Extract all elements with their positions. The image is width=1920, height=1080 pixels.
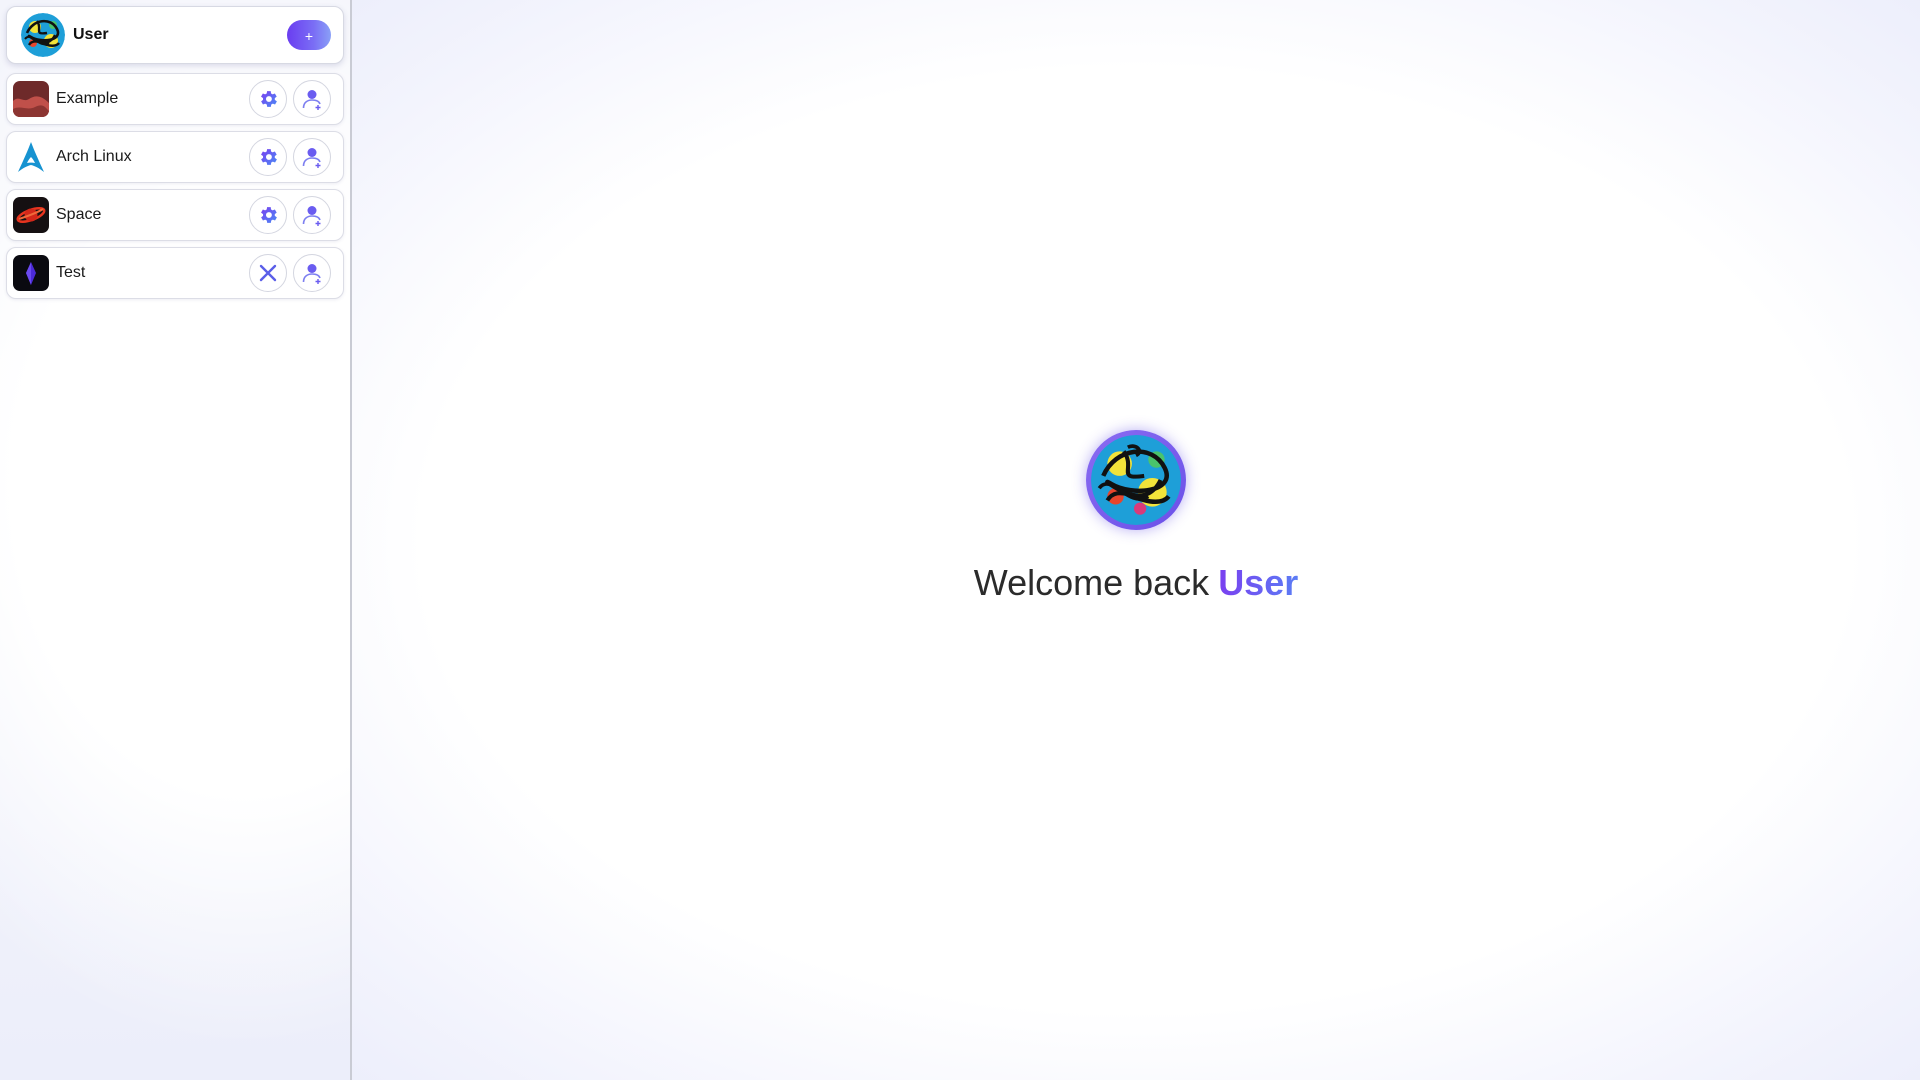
- gear-icon: [261, 91, 277, 107]
- server-settings-button[interactable]: [249, 196, 287, 234]
- arch-linux-icon: [13, 139, 49, 175]
- server-label: Space: [56, 206, 102, 223]
- welcome-username: User: [1218, 562, 1299, 603]
- server-label: Example: [56, 90, 119, 107]
- add-user-icon: [302, 148, 321, 168]
- scribble-avatar-icon: [21, 13, 65, 57]
- gear-icon: [261, 207, 277, 223]
- invite-user-button[interactable]: [293, 254, 331, 292]
- server-item-space[interactable]: Space: [6, 189, 344, 241]
- server-item-test[interactable]: Test: [6, 247, 344, 299]
- space-planet-icon: [13, 197, 49, 233]
- close-icon: [259, 264, 277, 282]
- user-avatar[interactable]: [21, 13, 65, 57]
- server-item-example[interactable]: Example: [6, 73, 344, 125]
- server-label: Test: [56, 264, 86, 281]
- invite-user-button[interactable]: [293, 80, 331, 118]
- add-user-icon: [302, 90, 321, 110]
- user-card[interactable]: User +: [6, 6, 344, 64]
- profile-avatar[interactable]: [1086, 430, 1186, 530]
- invite-user-button[interactable]: [293, 196, 331, 234]
- add-user-icon: [302, 264, 321, 284]
- welcome-panel: Welcome back User: [352, 430, 1920, 604]
- server-item-arch-linux[interactable]: Arch Linux: [6, 131, 344, 183]
- app-window: User + Example Arch Linux Space Test Wel…: [0, 0, 1920, 1080]
- add-server-button[interactable]: +: [287, 20, 331, 50]
- invite-user-button[interactable]: [293, 138, 331, 176]
- main-content: Welcome back User: [352, 0, 1920, 1080]
- test-crystal-icon: [13, 255, 49, 291]
- add-user-icon: [302, 206, 321, 226]
- welcome-prefix: Welcome back: [973, 562, 1210, 603]
- sidebar: User + Example Arch Linux Space Test: [0, 0, 352, 1080]
- user-name: User: [73, 26, 109, 43]
- server-settings-button[interactable]: [249, 138, 287, 176]
- scribble-avatar-icon: [1091, 435, 1181, 525]
- server-settings-button[interactable]: [249, 80, 287, 118]
- leave-server-button[interactable]: [249, 254, 287, 292]
- example-server-icon: [13, 81, 49, 117]
- welcome-message: Welcome back User: [974, 562, 1299, 604]
- server-label: Arch Linux: [56, 148, 132, 165]
- gear-icon: [261, 149, 277, 165]
